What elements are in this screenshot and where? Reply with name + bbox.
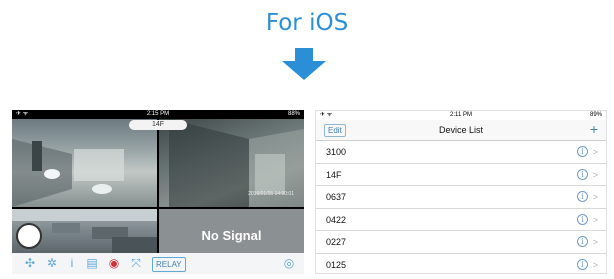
- gear-icon[interactable]: ✲: [44, 253, 60, 274]
- status-bar: ✈ ᯤ 2:15 PM 88%: [12, 110, 304, 119]
- live-view-toolbar: ✣ ✲ i ▤ ◉ ⤧ RELAY ◎: [12, 253, 304, 274]
- info-icon[interactable]: i: [577, 146, 588, 157]
- device-name: 3100: [326, 147, 347, 157]
- info-icon[interactable]: i: [577, 168, 588, 180]
- status-bar-time: 2:11 PM: [450, 112, 472, 118]
- camera-view-1[interactable]: [12, 119, 157, 207]
- record-icon[interactable]: ◉: [106, 253, 122, 274]
- chevron-right-icon: >: [592, 192, 598, 202]
- ptz-icon[interactable]: ◎: [280, 253, 298, 274]
- chevron-right-icon: >: [592, 147, 598, 157]
- info-icon[interactable]: i: [66, 253, 78, 274]
- no-signal-label: No Signal: [201, 228, 262, 243]
- camera-view-2[interactable]: 2016/01/05 14:00:01: [159, 119, 304, 207]
- channel-label: 14F: [129, 120, 187, 130]
- info-icon[interactable]: i: [577, 236, 588, 247]
- chevron-right-icon: >: [592, 259, 598, 270]
- chevron-right-icon: >: [592, 169, 598, 180]
- device-name: 0125: [326, 259, 347, 270]
- device-row[interactable]: 14F i >: [316, 164, 606, 186]
- live-view-screen: ✈ ᯤ 2:15 PM 88% 2016/01/05 14:00:01 No S…: [12, 110, 304, 274]
- move-icon[interactable]: ✣: [22, 253, 38, 274]
- cross-icon[interactable]: ⤧: [128, 253, 144, 274]
- chevron-right-icon: >: [592, 214, 598, 225]
- info-icon[interactable]: i: [577, 213, 588, 225]
- device-row[interactable]: 0125 i >: [316, 254, 606, 274]
- status-bar-battery: 88%: [287, 111, 300, 117]
- camera-timestamp: 2016/01/05 14:00:01: [248, 191, 294, 197]
- device-name: 14F: [326, 169, 342, 180]
- add-device-button[interactable]: +: [590, 120, 598, 139]
- camera-view-4[interactable]: No Signal: [159, 209, 304, 253]
- camera-1-image: [12, 139, 124, 207]
- device-name: 0637: [326, 192, 347, 202]
- device-row[interactable]: 0227 i >: [316, 231, 606, 254]
- info-icon[interactable]: i: [577, 258, 588, 270]
- relay-button[interactable]: RELAY: [152, 257, 186, 272]
- device-list-screen: ✈ ᯤ 2:11 PM 89% Device List Edit + 3100 …: [315, 110, 607, 274]
- device-row[interactable]: 3100 i >: [316, 141, 606, 164]
- snapshot-button[interactable]: [16, 223, 42, 249]
- down-arrow-icon: [282, 48, 326, 80]
- heading-for-ios: For iOS: [265, 10, 349, 36]
- nav-bar: Device List Edit +: [316, 120, 606, 141]
- device-list: 3100 i > 14F i > 0637 i > 0422 i > 0227 …: [316, 141, 606, 274]
- status-bar-time: 2:15 PM: [146, 111, 170, 117]
- list-icon[interactable]: ▤: [84, 253, 100, 274]
- status-bar-battery: 89%: [589, 112, 602, 118]
- chevron-right-icon: >: [592, 237, 598, 247]
- page-title: Device List: [438, 125, 483, 135]
- status-bar: ✈ ᯤ 2:11 PM 89%: [316, 111, 606, 120]
- device-row[interactable]: 0422 i >: [316, 209, 606, 231]
- device-name: 0227: [326, 237, 347, 247]
- info-icon[interactable]: i: [577, 191, 588, 202]
- device-name: 0422: [326, 214, 347, 225]
- device-row[interactable]: 0637 i >: [316, 186, 606, 209]
- edit-button[interactable]: Edit: [324, 124, 346, 137]
